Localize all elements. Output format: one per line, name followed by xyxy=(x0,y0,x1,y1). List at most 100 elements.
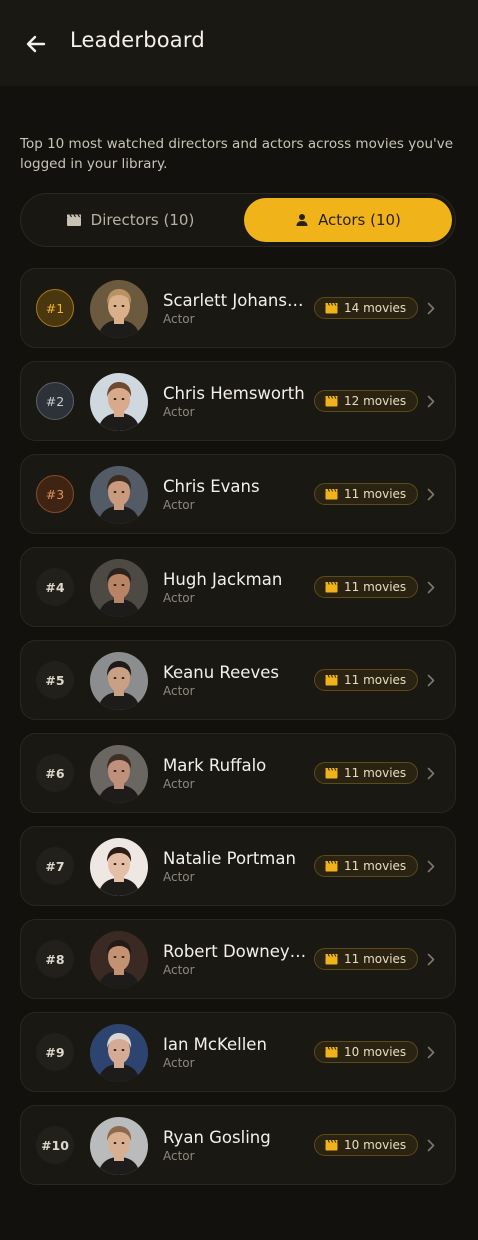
leaderboard-row[interactable]: #1 Scarlett Johansson Actor 14 movies xyxy=(20,268,456,348)
top-app-bar: Leaderboard xyxy=(0,0,478,86)
chevron-right-icon xyxy=(425,766,437,780)
tab-actors[interactable]: Actors (10) xyxy=(244,198,452,242)
clapperboard-icon xyxy=(325,395,338,407)
actor-role: Actor xyxy=(163,498,195,512)
leaderboard-row[interactable]: #7 Natalie Portman Actor 11 movies xyxy=(20,826,456,906)
movie-count-badge: 11 movies xyxy=(314,576,419,598)
rank-badge: #7 xyxy=(36,847,74,885)
movie-count-badge: 11 movies xyxy=(314,948,419,970)
tab-actors-label: Actors (10) xyxy=(318,211,401,229)
leaderboard-row[interactable]: #8 Robert Downey Jr. Actor 11 movies xyxy=(20,919,456,999)
avatar xyxy=(90,838,148,896)
clapperboard-icon xyxy=(325,302,338,314)
chevron-right-icon xyxy=(425,394,437,408)
movie-count-label: 11 movies xyxy=(344,487,407,501)
leaderboard-row[interactable]: #9 Ian McKellen Actor 10 movies xyxy=(20,1012,456,1092)
clapperboard-icon xyxy=(325,953,338,965)
person-icon xyxy=(295,213,309,227)
movie-count-label: 11 movies xyxy=(344,673,407,687)
rank-badge: #5 xyxy=(36,661,74,699)
chevron-right-icon xyxy=(425,1045,437,1059)
chevron-right-icon xyxy=(425,859,437,873)
actor-role: Actor xyxy=(163,963,195,977)
category-tabs: Directors (10) Actors (10) xyxy=(20,193,456,247)
rank-badge: #2 xyxy=(36,382,74,420)
clapperboard-icon xyxy=(325,1046,338,1058)
actor-name: Ian McKellen xyxy=(163,1035,267,1054)
actor-name: Mark Ruffalo xyxy=(163,756,267,775)
rank-badge: #6 xyxy=(36,754,74,792)
avatar xyxy=(90,1024,148,1082)
leaderboard-row[interactable]: #5 Keanu Reeves Actor 11 movies xyxy=(20,640,456,720)
movie-count-badge: 11 movies xyxy=(314,669,419,691)
actor-name: Hugh Jackman xyxy=(163,570,283,589)
rank-badge: #4 xyxy=(36,568,74,606)
avatar xyxy=(90,373,148,431)
movie-count-label: 10 movies xyxy=(344,1138,407,1152)
movie-count-badge: 10 movies xyxy=(314,1041,419,1063)
avatar xyxy=(90,652,148,710)
movie-count-label: 11 movies xyxy=(344,952,407,966)
actor-name: Robert Downey Jr. xyxy=(163,942,309,961)
rank-badge: #3 xyxy=(36,475,74,513)
leaderboard-description: Top 10 most watched directors and actors… xyxy=(20,136,454,172)
chevron-right-icon xyxy=(425,673,437,687)
actor-role: Actor xyxy=(163,591,195,605)
movie-count-badge: 10 movies xyxy=(314,1134,419,1156)
actor-name: Keanu Reeves xyxy=(163,663,279,682)
actor-role: Actor xyxy=(163,1056,195,1070)
actor-name: Ryan Gosling xyxy=(163,1128,271,1147)
leaderboard-row[interactable]: #4 Hugh Jackman Actor 11 movies xyxy=(20,547,456,627)
rank-badge: #8 xyxy=(36,940,74,978)
movie-count-badge: 11 movies xyxy=(314,483,419,505)
avatar xyxy=(90,931,148,989)
movie-count-label: 11 movies xyxy=(344,580,407,594)
movie-count-badge: 11 movies xyxy=(314,762,419,784)
actor-name: Scarlett Johansson xyxy=(163,291,309,310)
avatar xyxy=(90,280,148,338)
actor-name: Chris Evans xyxy=(163,477,260,496)
back-button[interactable] xyxy=(22,30,50,58)
actor-name: Natalie Portman xyxy=(163,849,296,868)
actor-role: Actor xyxy=(163,1149,195,1163)
clapperboard-icon xyxy=(325,488,338,500)
arrow-left-icon xyxy=(26,35,46,53)
clapperboard-icon xyxy=(325,860,338,872)
movie-count-badge: 12 movies xyxy=(314,390,419,412)
tab-directors-label: Directors (10) xyxy=(90,211,195,229)
actor-role: Actor xyxy=(163,405,195,419)
rank-badge: #10 xyxy=(36,1126,74,1164)
actor-role: Actor xyxy=(163,777,195,791)
chevron-right-icon xyxy=(425,487,437,501)
movie-count-label: 12 movies xyxy=(344,394,407,408)
leaderboard-row[interactable]: #2 Chris Hemsworth Actor 12 movies xyxy=(20,361,456,441)
movie-count-label: 11 movies xyxy=(344,859,407,873)
clapperboard-icon xyxy=(325,674,338,686)
actor-role: Actor xyxy=(163,312,195,326)
chevron-right-icon xyxy=(425,580,437,594)
movie-count-label: 11 movies xyxy=(344,766,407,780)
clapperboard-icon xyxy=(325,581,338,593)
tab-directors[interactable]: Directors (10) xyxy=(25,198,235,242)
actor-role: Actor xyxy=(163,684,195,698)
leaderboard-row[interactable]: #3 Chris Evans Actor 11 movies xyxy=(20,454,456,534)
avatar xyxy=(90,559,148,617)
chevron-right-icon xyxy=(425,952,437,966)
leaderboard-row[interactable]: #10 Ryan Gosling Actor 10 movies xyxy=(20,1105,456,1185)
movie-count-badge: 14 movies xyxy=(314,297,419,319)
movie-count-badge: 11 movies xyxy=(314,855,419,877)
page-title: Leaderboard xyxy=(70,28,205,52)
rank-badge: #9 xyxy=(36,1033,74,1071)
clapperboard-icon xyxy=(325,1139,338,1151)
chevron-right-icon xyxy=(425,301,437,315)
clapperboard-icon xyxy=(66,213,82,227)
avatar xyxy=(90,1117,148,1175)
chevron-right-icon xyxy=(425,1138,437,1152)
movie-count-label: 10 movies xyxy=(344,1045,407,1059)
leaderboard-row[interactable]: #6 Mark Ruffalo Actor 11 movies xyxy=(20,733,456,813)
movie-count-label: 14 movies xyxy=(344,301,407,315)
avatar xyxy=(90,466,148,524)
actor-role: Actor xyxy=(163,870,195,884)
clapperboard-icon xyxy=(325,767,338,779)
rank-badge: #1 xyxy=(36,289,74,327)
